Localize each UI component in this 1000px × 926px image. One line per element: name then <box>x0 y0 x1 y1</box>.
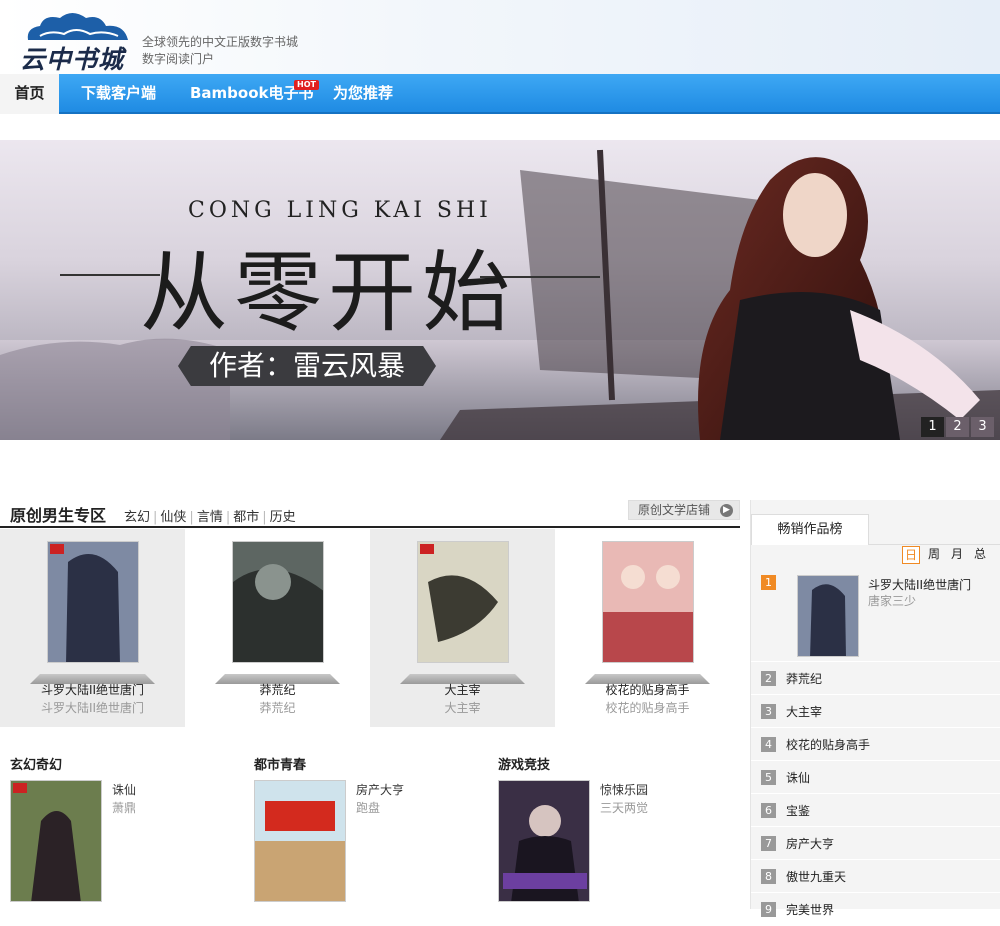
rank-title[interactable]: 房产大亨 <box>786 835 834 852</box>
rank-title[interactable]: 完美世界 <box>786 901 834 918</box>
book-title[interactable]: 斗罗大陆II绝世唐门 <box>0 681 185 698</box>
book-title[interactable]: 大主宰 <box>370 681 555 698</box>
rank-title[interactable]: 校花的贴身高手 <box>786 736 870 753</box>
rank-title[interactable]: 傲世九重天 <box>786 868 846 885</box>
book-cover[interactable] <box>254 780 346 902</box>
rank-number: 3 <box>761 704 776 719</box>
banner-page-1[interactable]: 1 <box>921 417 944 437</box>
banner-page-3[interactable]: 3 <box>971 417 994 437</box>
banner-author: 作者：雷云风暴 <box>178 346 436 386</box>
period-month[interactable]: 月 <box>948 546 966 564</box>
category-book-author[interactable]: 萧鼎 <box>112 799 136 816</box>
rank-item[interactable]: 4 校花的贴身高手 <box>751 728 1000 761</box>
site-header: 云中书城 全球领先的中文正版数字书城 数字阅读门户 <box>0 0 1000 74</box>
banner-title: 从零开始 <box>140 241 517 344</box>
rank-number: 2 <box>761 671 776 686</box>
rank-item[interactable]: 7 房产大亨 <box>751 827 1000 860</box>
nav-recommend[interactable]: 为您推荐 <box>333 74 393 112</box>
banner-pager: 1 2 3 <box>921 417 994 437</box>
period-day[interactable]: 日 <box>902 546 920 564</box>
rank-item[interactable]: 6 宝鉴 <box>751 794 1000 827</box>
rank-item[interactable]: 3 大主宰 <box>751 695 1000 728</box>
bestseller-sidebar: 畅销作品榜 日 周 月 总 1 斗罗大陆II绝世唐门 唐家三少 2 莽荒纪 3 … <box>750 500 1000 926</box>
tagline-line2: 数字阅读门户 <box>142 52 215 66</box>
nav-home[interactable]: 首页 <box>0 74 59 114</box>
genre-link-history[interactable]: 历史 <box>270 510 296 525</box>
rank-title[interactable]: 大主宰 <box>786 703 822 720</box>
nav-recommend-label: 为您推荐 <box>333 84 394 102</box>
genre-link-romance[interactable]: 言情 <box>197 510 223 525</box>
category-book-author[interactable]: 三天两觉 <box>600 799 648 816</box>
site-logo[interactable]: 云中书城 <box>20 6 135 74</box>
book-cover[interactable] <box>10 780 102 902</box>
category-title[interactable]: 玄幻奇幻 <box>10 754 62 773</box>
hero-banner[interactable]: CONG LING KAI SHI 从零开始 作者：雷云风暴 <box>0 140 1000 440</box>
nav-bambook[interactable]: Bambook电子书 HOT <box>190 74 319 112</box>
book-subtitle: 莽荒纪 <box>259 701 296 715</box>
rank-item[interactable]: 2 莽荒纪 <box>751 662 1000 695</box>
original-store-button[interactable]: 原创文学店铺 ▶ <box>628 500 740 520</box>
arrow-right-icon: ▶ <box>720 504 733 517</box>
book-cover[interactable] <box>47 541 139 663</box>
period-total[interactable]: 总 <box>971 546 989 564</box>
genre-link-xianxia[interactable]: 仙侠 <box>160 510 186 525</box>
category-book-author[interactable]: 跑盘 <box>356 799 380 816</box>
rank-item[interactable]: 9 完美世界 <box>751 893 1000 926</box>
store-button-label: 原创文学店铺 <box>638 503 711 517</box>
site-tagline: 全球领先的中文正版数字书城 数字阅读门户 <box>142 34 298 68</box>
tagline-line1: 全球领先的中文正版数字书城 <box>142 35 299 49</box>
rank-number: 7 <box>761 836 776 851</box>
book-cover[interactable] <box>797 575 859 657</box>
rank-number: 1 <box>761 575 776 590</box>
book-card[interactable]: 校花的贴身高手 校花的贴身高手 <box>555 529 740 727</box>
genre-link-fantasy[interactable]: 玄幻 <box>124 510 150 525</box>
nav-home-label: 首页 <box>14 84 45 102</box>
rank-number: 6 <box>761 803 776 818</box>
book-card[interactable]: 斗罗大陆II绝世唐门 斗罗大陆II绝世唐门 <box>0 529 185 727</box>
nav-download-label: 下载客户端 <box>81 84 157 102</box>
book-cover[interactable] <box>602 541 694 663</box>
rank-number: 9 <box>761 902 776 917</box>
period-week[interactable]: 周 <box>925 546 943 564</box>
hot-badge: HOT <box>294 80 319 90</box>
rank-number: 5 <box>761 770 776 785</box>
banner-page-2[interactable]: 2 <box>946 417 969 437</box>
genre-link-urban[interactable]: 都市 <box>233 510 259 525</box>
book-title[interactable]: 莽荒纪 <box>185 681 370 698</box>
book-card[interactable]: 莽荒纪 莽荒纪 <box>185 529 370 727</box>
section-title: 原创男生专区 <box>10 506 107 525</box>
rank-number: 8 <box>761 869 776 884</box>
rank-author[interactable]: 唐家三少 <box>868 592 916 609</box>
category-book-title[interactable]: 诛仙 <box>112 781 136 798</box>
genre-links: 玄幻 | 仙侠 | 言情 | 都市 | 历史 <box>124 510 296 525</box>
book-cover[interactable] <box>232 541 324 663</box>
book-cover[interactable] <box>498 780 590 902</box>
logo-text: 云中书城 <box>20 45 125 74</box>
tab-divider <box>868 544 1000 545</box>
rank-title[interactable]: 诛仙 <box>786 769 810 786</box>
original-male-section-header: 原创男生专区 玄幻 | 仙侠 | 言情 | 都市 | 历史 原创文学店铺 ▶ <box>0 498 740 528</box>
tab-bestsellers[interactable]: 畅销作品榜 <box>751 514 869 545</box>
book-title[interactable]: 校花的贴身高手 <box>555 681 740 698</box>
rank-title[interactable]: 宝鉴 <box>786 802 810 819</box>
nav-download-client[interactable]: 下载客户端 <box>81 74 156 112</box>
rank-item[interactable]: 8 傲世九重天 <box>751 860 1000 893</box>
book-subtitle: 大主宰 <box>444 701 481 715</box>
book-card[interactable]: 大主宰 大主宰 <box>370 529 555 727</box>
book-subtitle: 斗罗大陆II绝世唐门 <box>40 701 145 715</box>
rank-title[interactable]: 斗罗大陆II绝世唐门 <box>868 576 971 593</box>
category-title[interactable]: 游戏竞技 <box>498 754 550 773</box>
main-nav: 首页 下载客户端 Bambook电子书 HOT 为您推荐 <box>0 74 1000 114</box>
category-title[interactable]: 都市青春 <box>254 754 306 773</box>
category-book-title[interactable]: 房产大亨 <box>356 781 404 798</box>
category-book-title[interactable]: 惊悚乐园 <box>600 781 648 798</box>
rank-item[interactable]: 5 诛仙 <box>751 761 1000 794</box>
book-subtitle: 校花的贴身高手 <box>605 701 690 715</box>
book-cover[interactable] <box>417 541 509 663</box>
banner-subtitle: CONG LING KAI SHI <box>188 198 492 223</box>
rank-number: 4 <box>761 737 776 752</box>
rank-title[interactable]: 莽荒纪 <box>786 670 822 687</box>
